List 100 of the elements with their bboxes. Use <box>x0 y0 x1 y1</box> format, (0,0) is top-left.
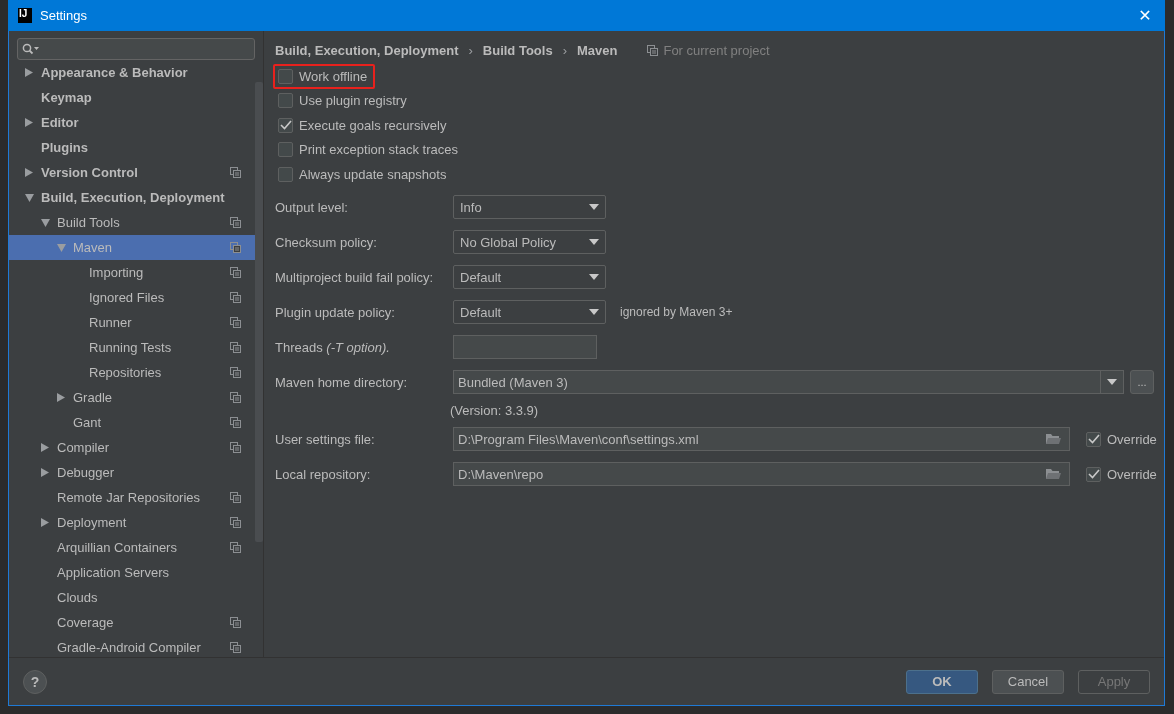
collapsed-arrow-icon[interactable] <box>41 468 49 477</box>
tree-item-label: Application Servers <box>57 565 169 580</box>
tree-item[interactable]: Arquillian Containers <box>9 535 255 560</box>
checkmark-icon <box>279 120 292 131</box>
copy-icon <box>230 342 241 353</box>
copy-icon <box>230 217 241 228</box>
breadcrumb-item[interactable]: Build Tools <box>482 42 553 58</box>
breadcrumb-separator: › <box>468 42 473 58</box>
override-checkbox[interactable]: Override <box>1086 466 1157 482</box>
checkbox-option[interactable]: Always update snapshots <box>273 161 455 187</box>
copy-icon <box>230 242 241 253</box>
tree-item[interactable]: Application Servers <box>9 560 255 585</box>
copy-icon <box>230 317 241 328</box>
path-field[interactable]: D:\Maven\repo <box>453 462 1070 486</box>
folder-icon[interactable] <box>1046 433 1061 445</box>
tree-item-label: Plugins <box>41 140 88 155</box>
dropdown[interactable]: Info <box>453 195 606 219</box>
expanded-arrow-icon[interactable] <box>41 218 50 227</box>
copy-icon <box>230 542 241 553</box>
dropdown[interactable]: Default <box>453 300 606 324</box>
scrollbar-thumb[interactable] <box>255 82 263 542</box>
close-button[interactable]: ✕ <box>1125 0 1165 31</box>
folder-icon[interactable] <box>1046 468 1061 480</box>
tree-item[interactable]: Appearance & Behavior <box>9 60 255 85</box>
override-checkbox[interactable]: Override <box>1086 431 1157 447</box>
checkbox-option[interactable]: Work offline <box>273 63 376 89</box>
breadcrumb-separator: › <box>562 42 567 58</box>
copy-icon <box>230 367 241 378</box>
tree-item[interactable]: Ignored Files <box>9 285 255 310</box>
search-icon <box>22 43 40 55</box>
dropdown[interactable]: Default <box>453 265 606 289</box>
dropdown-arrow-icon <box>589 274 599 280</box>
tree-item-label: Gradle-Android Compiler <box>57 640 201 655</box>
tree-item-label: Appearance & Behavior <box>41 65 188 80</box>
input-field[interactable] <box>453 335 597 359</box>
dropdown-arrow-icon <box>589 309 599 315</box>
tree-item[interactable]: Compiler <box>9 435 255 460</box>
checkbox-option[interactable]: Execute goals recursively <box>273 112 455 138</box>
tree-item[interactable]: Build Tools <box>9 210 255 235</box>
tree-item[interactable]: Clouds <box>9 585 255 610</box>
checkmark-icon <box>1087 469 1100 479</box>
tree-item[interactable]: Remote Jar Repositories <box>9 485 255 510</box>
expanded-arrow-icon[interactable] <box>25 193 34 202</box>
checkbox-option[interactable]: Print exception stack traces <box>273 137 466 163</box>
copy-icon <box>647 44 659 56</box>
tree-item[interactable]: Editor <box>9 110 255 135</box>
checkmark-icon <box>1087 434 1100 444</box>
field-label: Checksum policy: <box>275 234 378 250</box>
tree-item-label: Build, Execution, Deployment <box>41 190 225 205</box>
tree-item[interactable]: Running Tests <box>9 335 255 360</box>
tree-item[interactable]: Plugins <box>9 135 255 160</box>
collapsed-arrow-icon[interactable] <box>25 118 33 127</box>
tree-item[interactable]: Coverage <box>9 610 255 635</box>
tree-item[interactable]: Importing <box>9 260 255 285</box>
tree-item[interactable]: Gradle-Android Compiler <box>9 635 255 657</box>
tree-item-label: Deployment <box>57 515 127 530</box>
tree-item-label: Ignored Files <box>89 290 165 305</box>
tree-item[interactable]: Runner <box>9 310 255 335</box>
dialog-button[interactable]: OK <box>906 669 978 694</box>
field-label: Multiproject build fail policy: <box>275 269 435 285</box>
dropdown-arrow-icon[interactable] <box>1107 379 1117 385</box>
tree-item[interactable]: Gradle <box>9 385 255 410</box>
tree-item[interactable]: Keymap <box>9 85 255 110</box>
help-button[interactable]: ? <box>23 669 47 694</box>
browse-button[interactable]: ... <box>1130 370 1154 394</box>
collapsed-arrow-icon[interactable] <box>57 393 65 402</box>
collapsed-arrow-icon[interactable] <box>25 68 33 77</box>
tree-item[interactable]: Repositories <box>9 360 255 385</box>
copy-icon <box>230 642 241 653</box>
field-label: User settings file: <box>275 431 376 447</box>
field-label: Threads (-T option). <box>275 339 391 355</box>
copy-icon <box>230 492 241 503</box>
dropdown-arrow-icon <box>589 239 599 245</box>
combo-box[interactable]: Bundled (Maven 3) <box>453 370 1124 394</box>
breadcrumb-item[interactable]: Build, Execution, Deployment <box>275 42 459 58</box>
tree-item-label: Debugger <box>57 465 115 480</box>
copy-icon <box>230 417 241 428</box>
breadcrumb-item[interactable]: Maven <box>576 42 618 58</box>
checkbox-option[interactable]: Use plugin registry <box>273 88 415 114</box>
collapsed-arrow-icon[interactable] <box>41 443 49 452</box>
collapsed-arrow-icon[interactable] <box>25 168 33 177</box>
tree-item-label: Running Tests <box>89 340 172 355</box>
path-field[interactable]: D:\Program Files\Maven\conf\settings.xml <box>453 427 1070 451</box>
copy-icon <box>230 442 241 453</box>
tree-item-label: Version Control <box>41 165 138 180</box>
tree-item[interactable]: Build, Execution, Deployment <box>9 185 255 210</box>
tree-item[interactable]: Gant <box>9 410 255 435</box>
search-field[interactable] <box>17 38 255 60</box>
scope-note: For current project <box>663 42 770 58</box>
dropdown[interactable]: No Global Policy <box>453 230 606 254</box>
window-title: Settings <box>40 8 87 23</box>
field-label: Plugin update policy: <box>275 304 396 320</box>
dialog-button[interactable]: Cancel <box>992 669 1064 694</box>
tree-item-label: Editor <box>41 115 79 130</box>
tree-item-label: Coverage <box>57 615 114 630</box>
tree-item[interactable]: Deployment <box>9 510 255 535</box>
tree-item[interactable]: Version Control <box>9 160 255 185</box>
tree-item[interactable]: Debugger <box>9 460 255 485</box>
collapsed-arrow-icon[interactable] <box>41 518 49 527</box>
tree-item-label: Repositories <box>89 365 162 380</box>
